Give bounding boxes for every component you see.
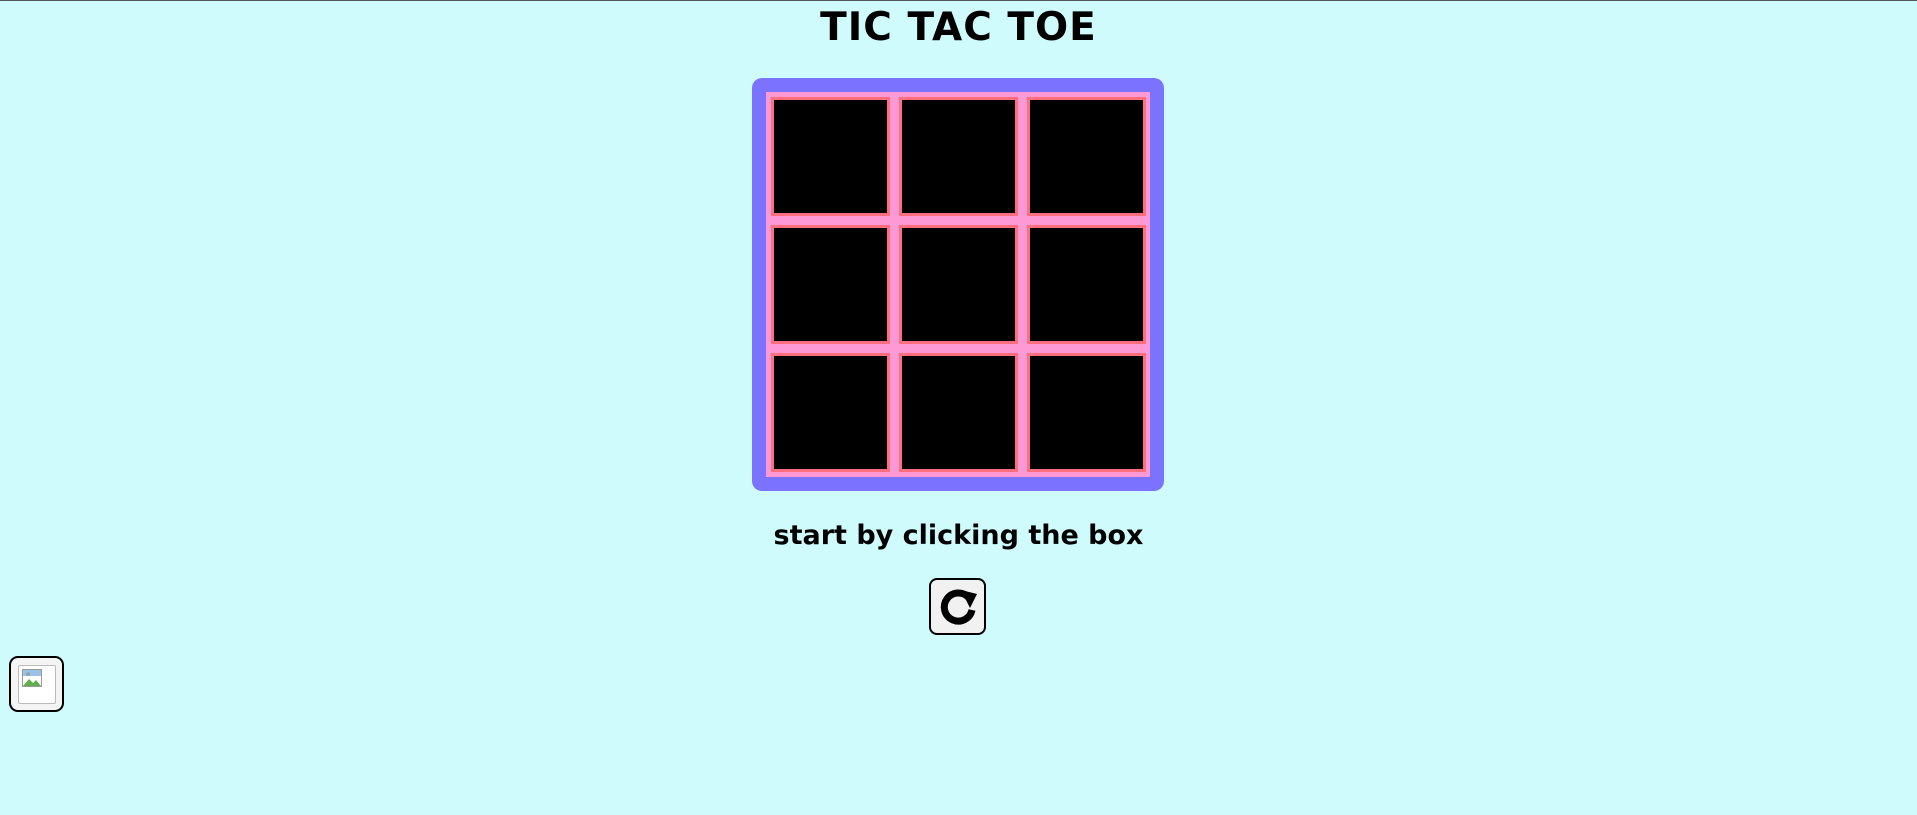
cell-0-1[interactable] (899, 97, 1018, 216)
reset-button[interactable] (929, 578, 986, 635)
game-board (766, 92, 1150, 477)
refresh-icon (940, 589, 977, 625)
cell-0-2[interactable] (1027, 97, 1146, 216)
image-button[interactable] (9, 656, 64, 712)
cell-1-1[interactable] (899, 225, 1018, 344)
cell-0-0[interactable] (771, 97, 890, 216)
status-message: start by clicking the box (773, 520, 1144, 551)
cell-1-2[interactable] (1027, 225, 1146, 344)
cell-2-1[interactable] (899, 353, 1018, 472)
cell-2-0[interactable] (771, 353, 890, 472)
board-frame (752, 78, 1164, 491)
image-placeholder (17, 664, 56, 704)
game-title: TIC TAC TOE (820, 5, 1097, 50)
cell-2-2[interactable] (1027, 353, 1146, 472)
cell-1-0[interactable] (771, 225, 890, 344)
broken-image-icon (21, 668, 42, 687)
